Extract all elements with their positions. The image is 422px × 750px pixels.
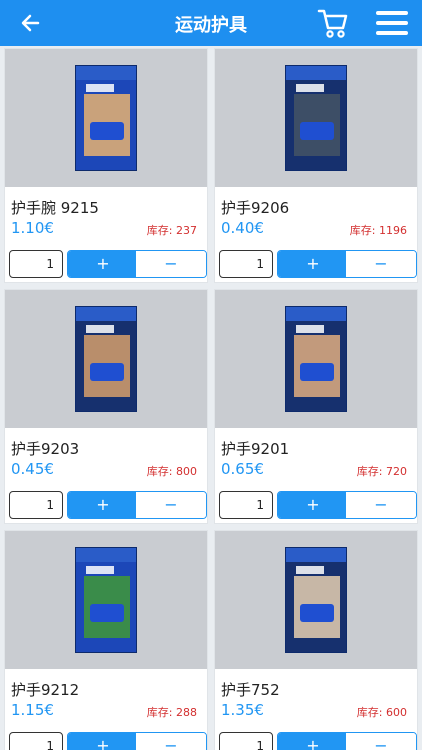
quantity-stepper: + − bbox=[67, 732, 207, 750]
product-card[interactable]: 护手腕 9215 1.10€ 库存: 237 1 + − bbox=[4, 48, 208, 283]
quantity-input[interactable]: 1 bbox=[9, 250, 63, 278]
product-name: 护手9212 bbox=[11, 681, 80, 699]
remove-button[interactable]: − bbox=[136, 492, 206, 518]
product-card[interactable]: 护手752 1.35€ 库存: 600 1 + − bbox=[214, 530, 418, 750]
product-card[interactable]: 护手9206 0.40€ 库存: 1196 1 + − bbox=[214, 48, 418, 283]
add-button[interactable]: + bbox=[68, 492, 138, 518]
product-image[interactable] bbox=[5, 531, 207, 669]
stock-count: 库存: 237 bbox=[146, 224, 197, 237]
product-price: 1.15€ bbox=[11, 701, 54, 719]
product-image[interactable] bbox=[5, 49, 207, 187]
product-image[interactable] bbox=[215, 531, 417, 669]
add-button[interactable]: + bbox=[68, 251, 138, 277]
product-image[interactable] bbox=[5, 290, 207, 428]
product-name: 护手9203 bbox=[11, 440, 80, 458]
cart-button[interactable] bbox=[316, 6, 350, 40]
product-name: 护手9206 bbox=[221, 199, 290, 217]
product-image[interactable] bbox=[215, 49, 417, 187]
stock-count: 库存: 720 bbox=[356, 465, 407, 478]
quantity-input[interactable]: 1 bbox=[219, 491, 273, 519]
product-price: 0.45€ bbox=[11, 460, 54, 478]
product-price: 1.10€ bbox=[11, 219, 54, 237]
product-image[interactable] bbox=[215, 290, 417, 428]
remove-button[interactable]: − bbox=[346, 251, 416, 277]
product-name: 护手腕 9215 bbox=[11, 199, 99, 217]
add-button[interactable]: + bbox=[68, 733, 138, 750]
product-price: 1.35€ bbox=[221, 701, 264, 719]
product-card[interactable]: 护手9201 0.65€ 库存: 720 1 + − bbox=[214, 289, 418, 524]
add-button[interactable]: + bbox=[278, 492, 348, 518]
remove-button[interactable]: − bbox=[136, 251, 206, 277]
quantity-input[interactable]: 1 bbox=[219, 250, 273, 278]
product-price: 0.40€ bbox=[221, 219, 264, 237]
quantity-stepper: + − bbox=[277, 250, 417, 278]
product-name: 护手752 bbox=[221, 681, 280, 699]
product-name: 护手9201 bbox=[221, 440, 290, 458]
remove-button[interactable]: − bbox=[346, 733, 416, 750]
remove-button[interactable]: − bbox=[136, 733, 206, 750]
quantity-input[interactable]: 1 bbox=[9, 732, 63, 750]
remove-button[interactable]: − bbox=[346, 492, 416, 518]
product-grid: 护手腕 9215 1.10€ 库存: 237 1 + − 护手9206 0.40… bbox=[0, 46, 422, 750]
cart-icon bbox=[317, 9, 348, 38]
stock-count: 库存: 600 bbox=[356, 706, 407, 719]
stock-count: 库存: 800 bbox=[146, 465, 197, 478]
product-card[interactable]: 护手9203 0.45€ 库存: 800 1 + − bbox=[4, 289, 208, 524]
hamburger-menu-icon bbox=[376, 11, 408, 35]
quantity-stepper: + − bbox=[67, 491, 207, 519]
product-price: 0.65€ bbox=[221, 460, 264, 478]
menu-button[interactable] bbox=[374, 9, 410, 37]
stock-count: 库存: 288 bbox=[146, 706, 197, 719]
product-card[interactable]: 护手9212 1.15€ 库存: 288 1 + − bbox=[4, 530, 208, 750]
quantity-stepper: + − bbox=[67, 250, 207, 278]
quantity-stepper: + − bbox=[277, 732, 417, 750]
stock-count: 库存: 1196 bbox=[349, 224, 407, 237]
add-button[interactable]: + bbox=[278, 251, 348, 277]
quantity-input[interactable]: 1 bbox=[9, 491, 63, 519]
quantity-stepper: + − bbox=[277, 491, 417, 519]
top-app-bar: 运动护具 bbox=[0, 0, 422, 46]
page-title: 运动护具 bbox=[175, 15, 247, 36]
add-button[interactable]: + bbox=[278, 733, 348, 750]
quantity-input[interactable]: 1 bbox=[219, 732, 273, 750]
